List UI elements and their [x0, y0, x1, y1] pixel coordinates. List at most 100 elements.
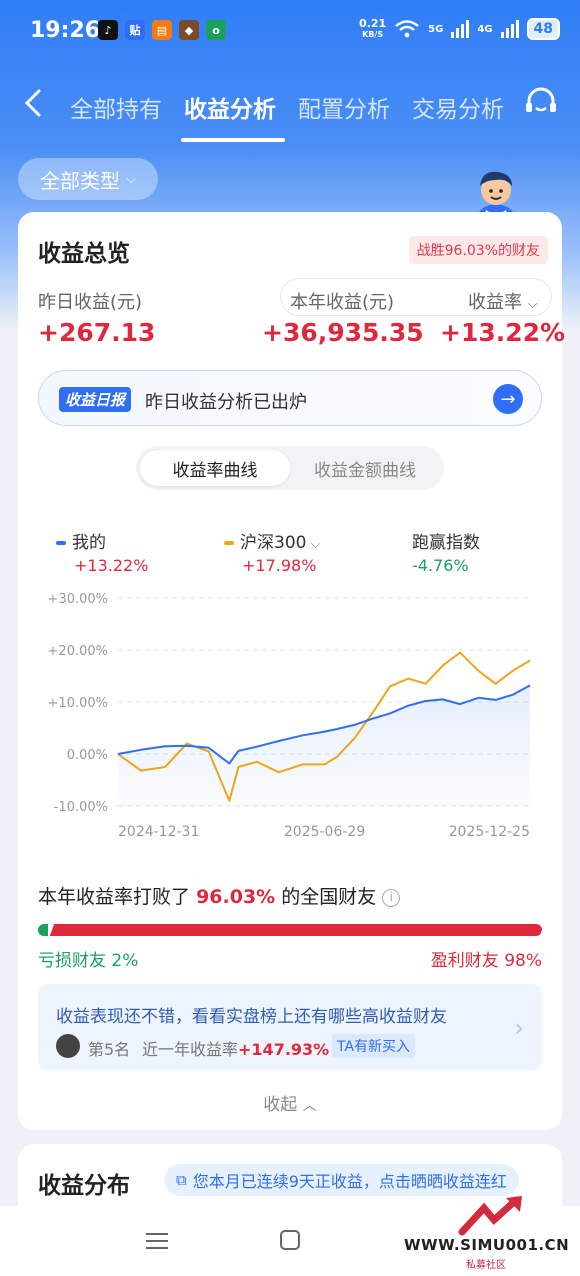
x-tick-label: 2024-12-31: [118, 824, 199, 840]
signal-label-1: 5G: [428, 23, 444, 35]
legend-mine-swatch: [56, 541, 66, 545]
notes-icon: 贴: [125, 20, 145, 40]
chevron-up-icon: ︿: [302, 1098, 317, 1114]
gain-bar-segment: [49, 924, 542, 936]
profit-loss-bar: [38, 924, 542, 936]
promo-rate: 近一年收益率+147.93%: [142, 1036, 329, 1060]
customer-service-icon[interactable]: [522, 84, 560, 122]
x-tick-label: 2025-06-29: [284, 824, 365, 840]
status-time: 19:26: [30, 18, 101, 43]
chevron-down-icon: ⌵: [306, 537, 321, 552]
active-tab-indicator: [181, 138, 285, 142]
beat-percent-badge: 战胜96.03%的财友: [408, 236, 548, 264]
yesterday-return-value: +267.13: [38, 318, 156, 347]
y-tick-label: +10.00%: [48, 696, 108, 711]
type-filter-dropdown[interactable]: 全部类型 ⌵: [18, 158, 158, 200]
app-orange-icon: ▤: [152, 20, 172, 40]
beat-suffix: 的全国财友: [281, 886, 377, 908]
promo-rank: 第5名: [88, 1040, 131, 1059]
watermark: WWW.SIMU001.CN 私募社区: [404, 1194, 576, 1271]
game-icon: ◆: [179, 20, 199, 40]
beat-statement: 本年收益率打败了 96.03% 的全国财友 i: [38, 882, 401, 909]
tab-allocation-analysis[interactable]: 配置分析: [298, 90, 390, 124]
signal-icon-2: [500, 20, 519, 38]
beat-prefix: 本年收益率打败了: [38, 886, 191, 908]
legend-outperform-value: -4.76%: [412, 556, 469, 575]
wifi-icon: [395, 20, 419, 38]
streak-notice-button[interactable]: ⧉ 您本月已连续9天正收益，点击晒晒收益连红: [164, 1164, 519, 1196]
beat-percent: 96.03%: [196, 886, 276, 908]
year-return-label: 本年收益(元): [290, 292, 395, 313]
battery-indicator: 48: [526, 18, 560, 40]
tiktok-icon: ♪: [98, 20, 118, 40]
curve-type-toggle: 收益率曲线 收益金额曲线: [136, 446, 444, 490]
signal-icon: [451, 20, 470, 38]
status-app-icons: ♪ 贴 ▤ ◆ o: [98, 20, 226, 40]
returns-overview-card: 收益总览 战胜96.03%的财友 昨日收益(元) 本年收益(元) 收益率 ⌵ +…: [18, 212, 566, 1130]
promo-rate-label: 近一年收益率: [142, 1040, 239, 1059]
return-rate-value: +13.22%: [440, 318, 566, 347]
promo-rate-value: +147.93%: [238, 1040, 330, 1059]
net-speed: 0.21 KB/S: [359, 18, 386, 40]
net-speed-unit: KB/S: [362, 30, 384, 39]
return-rate-label: 收益率: [468, 292, 522, 313]
promo-title: 收益表现还不错，看看实盘榜上还有哪些高收益财友: [56, 1007, 447, 1027]
top-navigation: 全部持有 收益分析 配置分析 交易分析: [0, 74, 580, 144]
share-icon: ⧉: [176, 1171, 187, 1189]
return-rate-chart: +30.00% +20.00% +10.00% 0.00% -10.00% 2024-1…: [48, 592, 531, 840]
legend-mine-label: 我的: [72, 533, 106, 553]
y-tick-label: +30.00%: [48, 592, 108, 607]
overview-title: 收益总览: [38, 241, 130, 267]
daily-report-text: 昨日收益分析已出炉: [145, 392, 307, 413]
daily-report-banner[interactable]: 收益日报 昨日收益分析已出炉 →: [38, 370, 542, 426]
watermark-sub: 私募社区: [466, 1260, 506, 1271]
year-return-value: +36,935.35: [262, 318, 424, 347]
status-right: 0.21 KB/S 5G 4G 48: [359, 18, 560, 40]
avatar: [56, 1034, 80, 1058]
oppo-icon: o: [206, 20, 226, 40]
loss-users-label: 亏损财友 2%: [38, 951, 139, 971]
loss-bar-segment: [38, 924, 49, 936]
daily-report-tag: 收益日报: [59, 387, 132, 412]
arrow-right-icon[interactable]: →: [493, 384, 523, 414]
distribution-title: 收益分布: [38, 1173, 130, 1199]
back-arrow-icon[interactable]: [20, 88, 50, 118]
legend-outperform-label: 跑赢指数: [412, 533, 480, 553]
y-tick-label: -10.00%: [54, 800, 108, 815]
legend-mine-value: +13.22%: [74, 556, 149, 575]
tab-holdings[interactable]: 全部持有: [70, 90, 162, 124]
leaderboard-promo[interactable]: 收益表现还不错，看看实盘榜上还有哪些高收益财友 第5名 近一年收益率+147.9…: [38, 984, 542, 1070]
legend-hs300-label: 沪深300: [240, 533, 307, 553]
legend-hs300[interactable]: 沪深300 ⌵: [224, 528, 320, 553]
menu-icon[interactable]: [146, 1232, 168, 1250]
legend-mine: 我的: [56, 528, 106, 553]
tab-returns-analysis[interactable]: 收益分析: [184, 90, 276, 124]
legend-hs300-value: +17.98%: [242, 556, 317, 575]
legend-outperform: 跑赢指数: [412, 528, 480, 553]
watermark-url: WWW.SIMU001.CN: [404, 1236, 570, 1254]
x-tick-label: 2025-12-25: [449, 824, 530, 840]
gain-users-label: 盈利财友 98%: [430, 951, 542, 971]
tab-return-amount-curve[interactable]: 收益金额曲线: [290, 450, 440, 486]
y-tick-label: 0.00%: [67, 748, 108, 763]
y-tick-label: +20.00%: [48, 644, 108, 659]
legend-hs300-swatch: [224, 541, 234, 545]
tab-trade-analysis[interactable]: 交易分析: [412, 90, 504, 124]
promo-new-buy-tag: TA有新买入: [332, 1034, 416, 1058]
collapse-label: 收起: [263, 1095, 298, 1115]
tab-return-rate-curve[interactable]: 收益率曲线: [140, 450, 290, 486]
chevron-right-icon: ›: [514, 1014, 524, 1042]
info-icon[interactable]: i: [382, 888, 401, 907]
watermark-logo: [458, 1196, 522, 1236]
net-speed-value: 0.21: [359, 17, 387, 30]
collapse-button[interactable]: 收起 ︿: [18, 1090, 562, 1115]
chevron-down-icon: ⌵: [527, 297, 538, 312]
status-bar: 19:26 ♪ 贴 ▤ ◆ o 0.21 KB/S 5G 4G 48: [0, 0, 580, 64]
yesterday-return-label: 昨日收益(元): [38, 292, 143, 313]
streak-notice-text: 您本月已连续9天正收益，点击晒晒收益连红: [192, 1172, 507, 1191]
type-filter-label: 全部类型: [40, 168, 121, 193]
return-rate-selector[interactable]: 收益率 ⌵: [468, 288, 538, 314]
signal-label-2: 4G: [477, 23, 493, 35]
chevron-down-icon: ⌵: [126, 171, 136, 187]
home-icon[interactable]: [280, 1230, 300, 1250]
